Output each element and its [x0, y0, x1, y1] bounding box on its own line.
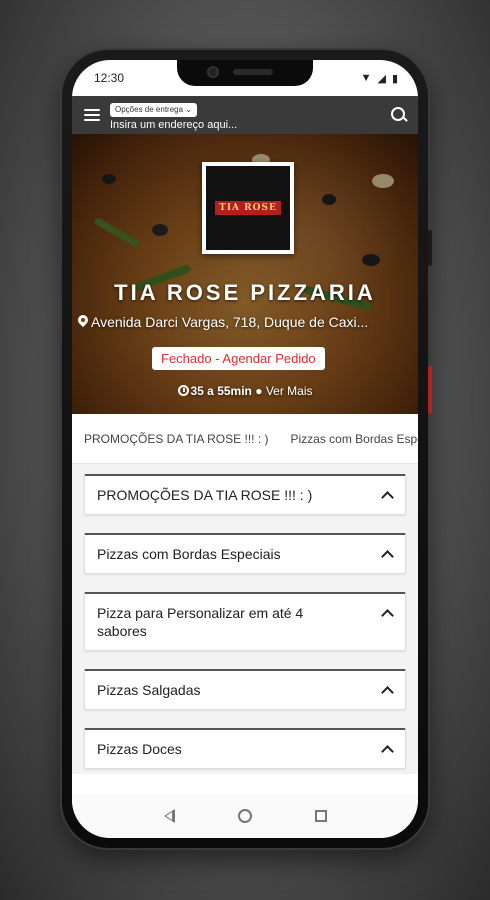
- app-bar: Opções de entrega ⌄ Insira um endereço a…: [72, 96, 418, 134]
- section-accordion[interactable]: Pizza para Personalizar em até 4 sabores: [84, 592, 406, 651]
- camera-icon: [207, 66, 219, 78]
- section-title: PROMOÇÕES DA TIA ROSE !!! : ): [97, 487, 313, 503]
- restaurant-hero: TIA ROSE TIA ROSE PIZZARIA Avenida Darci…: [72, 134, 418, 414]
- status-bar: 12:30 ▼ ◢ ▮: [72, 60, 418, 96]
- store-status-button[interactable]: Fechado - Agendar Pedido: [152, 347, 325, 370]
- status-icons: ▼ ◢ ▮: [361, 72, 398, 85]
- section-title: Pizzas Doces: [97, 741, 182, 757]
- eta-value: 35 a 55min: [190, 384, 252, 398]
- app-screen: 12:30 ▼ ◢ ▮ Opções de entrega ⌄ Insira u…: [72, 60, 418, 838]
- location-pin-icon: [78, 315, 88, 329]
- section-accordion[interactable]: Pizzas com Bordas Especiais: [84, 533, 406, 574]
- menu-icon[interactable]: [84, 109, 100, 121]
- phone-frame: 12:30 ▼ ◢ ▮ Opções de entrega ⌄ Insira u…: [62, 50, 432, 848]
- tab-pizzas-bordas[interactable]: Pizzas com Bordas Especiais: [290, 432, 418, 446]
- status-time: 12:30: [94, 71, 125, 85]
- restaurant-address: Avenida Darci Vargas, 718, Duque de Caxi…: [78, 314, 412, 330]
- clock-icon: [177, 385, 189, 396]
- search-icon[interactable]: [390, 106, 408, 124]
- delivery-options-dropdown[interactable]: Opções de entrega ⌄: [110, 103, 197, 117]
- speaker-icon: [233, 69, 273, 75]
- address-text: Avenida Darci Vargas, 718, Duque de Caxi…: [91, 314, 369, 330]
- home-icon[interactable]: [237, 809, 252, 823]
- section-title: Pizzas Salgadas: [97, 682, 201, 698]
- wifi-icon: ▼: [360, 72, 372, 84]
- category-tabs: PROMOÇÕES DA TIA ROSE !!! : ) Pizzas com…: [72, 414, 418, 464]
- notch: [177, 60, 313, 86]
- section-title: Pizzas com Bordas Especiais: [97, 546, 281, 562]
- chevron-up-icon[interactable]: [381, 548, 393, 560]
- address-input[interactable]: Insira um endereço aqui...: [110, 119, 390, 131]
- section-accordion[interactable]: PROMOÇÕES DA TIA ROSE !!! : ): [84, 474, 406, 515]
- address-selector[interactable]: Opções de entrega ⌄ Insira um endereço a…: [110, 99, 390, 131]
- back-icon[interactable]: [163, 809, 175, 823]
- section-title: Pizza para Personalizar em até 4 sabores: [97, 605, 304, 639]
- see-more-link[interactable]: Ver Mais: [266, 384, 313, 398]
- volume-button: [428, 230, 432, 266]
- restaurant-logo: TIA ROSE: [202, 162, 294, 254]
- bullet-separator: ●: [255, 384, 266, 398]
- section-accordion[interactable]: Pizzas Salgadas: [84, 669, 406, 710]
- chevron-up-icon[interactable]: [381, 743, 393, 755]
- delivery-eta: 35 a 55min ● Ver Mais: [72, 384, 418, 398]
- recent-apps-icon[interactable]: [314, 810, 327, 822]
- menu-sections: PROMOÇÕES DA TIA ROSE !!! : ) Pizzas com…: [72, 464, 418, 774]
- chevron-up-icon[interactable]: [381, 489, 393, 501]
- restaurant-name: TIA ROSE PIZZARIA: [114, 280, 376, 305]
- logo-text: TIA ROSE: [215, 201, 281, 215]
- chevron-up-icon[interactable]: [381, 684, 393, 696]
- section-accordion[interactable]: Pizzas Doces: [84, 728, 406, 769]
- battery-icon: ▮: [391, 72, 398, 85]
- tab-promocoes[interactable]: PROMOÇÕES DA TIA ROSE !!! : ): [84, 432, 268, 446]
- signal-icon: ◢: [377, 72, 386, 85]
- chevron-up-icon[interactable]: [381, 607, 393, 619]
- android-nav-bar: [72, 794, 418, 838]
- power-button: [428, 366, 432, 414]
